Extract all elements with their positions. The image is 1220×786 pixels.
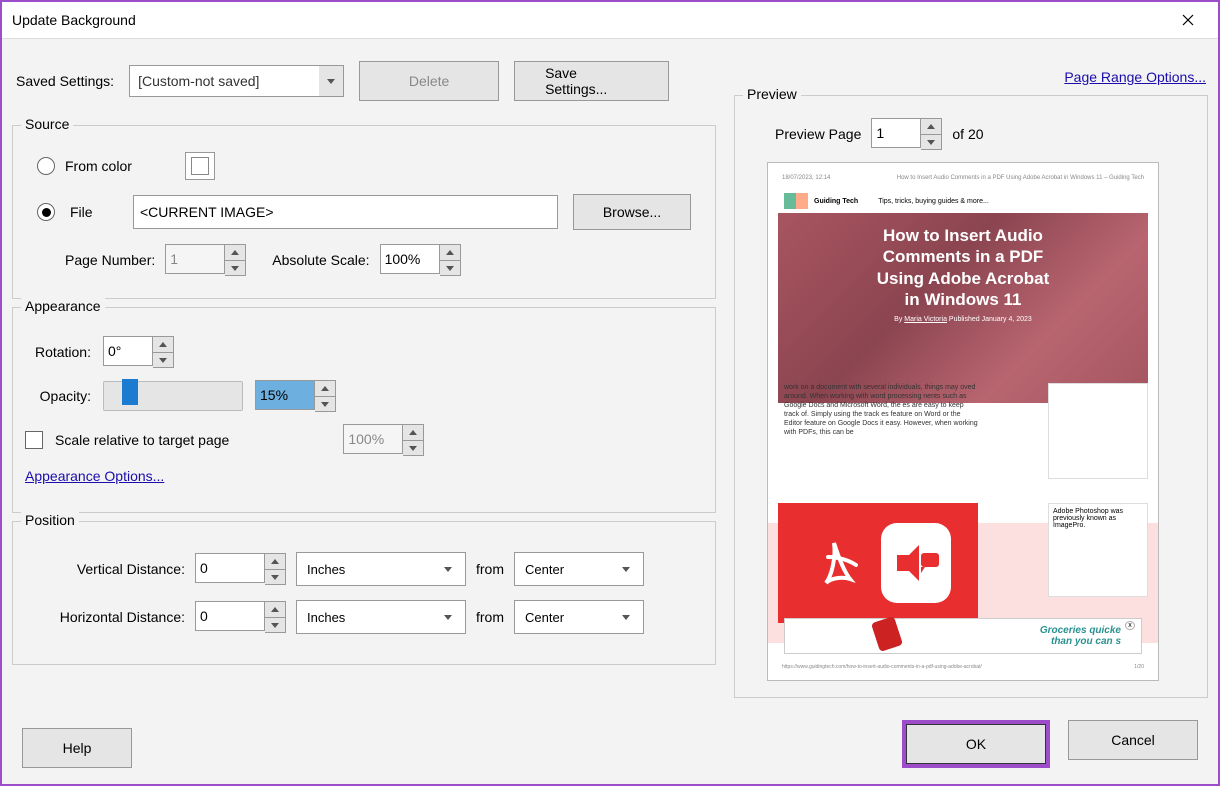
color-swatch[interactable] <box>185 152 215 180</box>
browse-button[interactable]: Browse... <box>573 194 691 230</box>
opacity-slider[interactable] <box>103 381 243 411</box>
audio-comment-icon <box>881 523 951 603</box>
source-fieldset: Source From color File <CURRENT IMAGE> B… <box>12 125 716 299</box>
delete-button[interactable]: Delete <box>359 61 499 101</box>
horizontal-distance-spinner[interactable]: 0 <box>195 601 286 633</box>
preview-fieldset: Preview Preview Page 1 of 20 18/07/2023,… <box>734 95 1208 698</box>
titlebar: Update Background <box>2 2 1218 38</box>
position-fieldset: Position Vertical Distance: 0 Inches fro… <box>12 521 716 665</box>
chevron-down-icon <box>615 558 637 580</box>
window-title: Update Background <box>12 12 136 28</box>
page-number-spinner[interactable]: 1 <box>165 244 246 276</box>
cancel-button[interactable]: Cancel <box>1068 720 1198 760</box>
v-unit-select[interactable]: Inches <box>296 552 466 586</box>
ok-highlight: OK <box>902 720 1050 768</box>
file-path-input[interactable]: <CURRENT IMAGE> <box>133 195 558 229</box>
appearance-options-link[interactable]: Appearance Options... <box>25 468 164 484</box>
file-radio[interactable] <box>37 203 55 221</box>
ad-can-icon <box>871 616 903 652</box>
page-range-options-link[interactable]: Page Range Options... <box>1064 59 1206 85</box>
v-anchor-select[interactable]: Center <box>514 552 644 586</box>
absolute-scale-spinner[interactable]: 100% <box>380 244 461 276</box>
rotation-spinner[interactable]: 0° <box>103 336 174 368</box>
scale-relative-checkbox[interactable] <box>25 431 43 449</box>
chevron-down-icon <box>319 66 343 96</box>
dialog-update-background: Update Background Saved Settings: [Custo… <box>0 0 1220 786</box>
saved-settings-dropdown[interactable]: [Custom-not saved] <box>129 65 344 97</box>
saved-settings-label: Saved Settings: <box>16 73 114 89</box>
opacity-spinner[interactable]: 15% <box>255 380 336 412</box>
h-anchor-select[interactable]: Center <box>514 600 644 634</box>
preview-canvas: 18/07/2023, 12:14How to Insert Audio Com… <box>767 162 1159 681</box>
vertical-distance-spinner[interactable]: 0 <box>195 553 286 585</box>
chevron-down-icon <box>437 558 459 580</box>
help-button[interactable]: Help <box>22 728 132 768</box>
gt-logo-icon <box>784 193 808 209</box>
close-button[interactable] <box>1168 4 1208 36</box>
scale-relative-spinner[interactable]: 100% <box>343 424 424 456</box>
chevron-down-icon <box>437 606 459 628</box>
chevron-down-icon <box>615 606 637 628</box>
h-unit-select[interactable]: Inches <box>296 600 466 634</box>
from-color-radio[interactable] <box>37 157 55 175</box>
ok-button[interactable]: OK <box>906 724 1046 764</box>
preview-page-spinner[interactable]: 1 <box>871 118 942 150</box>
close-icon <box>1182 14 1194 26</box>
appearance-fieldset: Appearance Rotation: 0° Opacity: 15% <box>12 307 716 513</box>
acrobat-icon <box>805 523 875 603</box>
save-settings-button[interactable]: Save Settings... <box>514 61 669 101</box>
